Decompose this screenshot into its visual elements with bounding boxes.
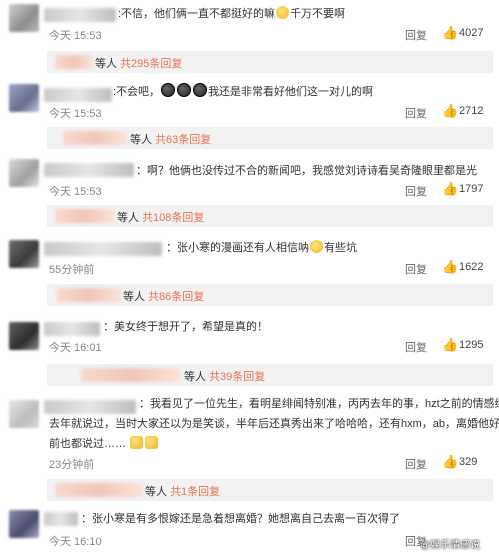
view-replies-link[interactable]: 等人 共295条回复 (95, 55, 182, 71)
comment-text: :不会吧， 我还是非常看好他们这一对儿的啊 (113, 82, 373, 103)
username-blurred[interactable] (44, 8, 116, 22)
replies-prefix: 等人 (184, 371, 206, 383)
replies-prefix: 等人 (130, 134, 152, 146)
comment-line-2: 去年就说过，当时大家还以为是笑谈，半年后还真秀出来了哈哈哈，还有hxm，ab，离… (49, 418, 499, 430)
pig-face-emoji-icon (177, 83, 192, 97)
thumbs-up-icon[interactable]: 👍 (442, 337, 458, 353)
view-replies-link[interactable]: 等人 共108条回复 (117, 209, 204, 225)
reply-users-blurred (81, 368, 181, 382)
comment-text: :不信，他们俩一直不都挺好的嘛 千万不要啊 (118, 4, 345, 25)
replies-prefix: 等人 (145, 486, 167, 498)
reply-users-blurred (63, 131, 127, 145)
like-count[interactable]: 4027 (459, 27, 483, 39)
view-replies-link[interactable]: 等人 共63条回复 (130, 131, 211, 147)
replies-count[interactable]: 共39条回复 (209, 371, 265, 383)
timestamp: 23分钟前 (49, 459, 95, 471)
reply-button[interactable]: 回复 (405, 261, 427, 277)
comment-line-3: 前也都说过…… (49, 434, 159, 455)
comment-text-part: :不信，他们俩一直不都挺好的嘛 (118, 8, 276, 20)
reply-button[interactable]: 回复 (405, 183, 427, 199)
replies-bar[interactable]: 等人 共86条回复 (47, 284, 493, 306)
replies-prefix: 等人 (117, 212, 139, 224)
reply-button[interactable]: 回复 (405, 456, 427, 472)
replies-bar[interactable]: 等人 共108条回复 (47, 205, 493, 227)
timestamp: 今天 16:01 (49, 342, 102, 354)
figure-emoji-icon (130, 436, 143, 449)
reply-button[interactable]: 回复 (405, 339, 427, 355)
reply-users-blurred (55, 209, 115, 223)
view-replies-link[interactable]: 等人 共1条回复 (145, 483, 220, 499)
comment-text-part: 千万不要啊 (290, 8, 346, 20)
username-blurred[interactable] (44, 242, 162, 256)
view-replies-link[interactable]: 等人 共86条回复 (123, 288, 204, 304)
replies-count[interactable]: 共63条回复 (155, 134, 211, 146)
comment-page: { "comments": [ { "text_a": ":不信，他们俩一直不都… (0, 0, 499, 554)
pig-face-emoji-icon (161, 83, 176, 97)
timestamp: 今天 16:10 (49, 536, 102, 548)
figure-emoji-icon (145, 436, 158, 449)
like-count[interactable]: 1622 (459, 261, 483, 273)
thumbs-up-icon[interactable]: 👍 (442, 181, 458, 197)
username-blurred[interactable] (44, 322, 100, 336)
replies-count[interactable]: 共108条回复 (142, 212, 204, 224)
thumbs-up-icon[interactable]: 👍 (442, 259, 458, 275)
like-count[interactable]: 1295 (459, 339, 483, 351)
sweat-face-emoji-icon (310, 240, 323, 253)
crying-face-emoji-icon (276, 6, 290, 19)
comment-text-part: 我还是非常看好他们这一对儿的啊 (208, 86, 374, 98)
replies-bar[interactable]: 等人 共63条回复 (47, 127, 493, 149)
replies-count[interactable]: 共295条回复 (120, 58, 182, 70)
reply-users-blurred (55, 55, 93, 69)
timestamp: 今天 15:53 (49, 30, 102, 42)
avatar[interactable] (9, 84, 39, 112)
comment-text: ：啊？他俩也没传过不合的新闻吧，我感觉刘诗诗看吴奇隆眼里都是光 (136, 161, 477, 182)
comment-text-part: ：啊？他俩也没传过不合的新闻吧，我感觉刘诗诗看吴奇隆眼里都是光 (136, 165, 477, 177)
comment-text-part: 前也都说过…… (49, 438, 126, 450)
like-count[interactable]: 329 (459, 456, 477, 468)
timestamp: 55分钟前 (49, 264, 95, 276)
thumbs-up-icon[interactable]: 👍 (442, 25, 458, 41)
avatar[interactable] (9, 400, 39, 428)
comment-line-1: ：我看见了一位先生，看明星绯闻特别准，丙丙去年的事，hzt之前的情感绯闻 (139, 398, 499, 410)
watermark: @娱乐情感说 (420, 540, 481, 551)
avatar[interactable] (9, 322, 39, 350)
replies-count[interactable]: 共1条回复 (170, 486, 220, 498)
comment-text: ：张小寒是有多恨嫁还是急着想离婚？她想离自己去离一百次得了 (81, 509, 400, 530)
avatar[interactable] (9, 510, 39, 538)
reply-users-blurred (55, 483, 143, 497)
comment-text-part: ：张小寒的漫画还有人相信呐 (166, 242, 309, 254)
comment-text-part: ：张小寒是有多恨嫁还是急着想离婚？她想离自己去离一百次得了 (81, 513, 400, 525)
username-blurred[interactable] (44, 163, 134, 177)
username-blurred[interactable] (44, 512, 78, 526)
replies-bar[interactable]: 等人 共1条回复 (47, 479, 493, 501)
replies-count[interactable]: 共86条回复 (148, 291, 204, 303)
timestamp: 今天 15:53 (49, 108, 102, 120)
like-count[interactable]: 2712 (459, 105, 483, 117)
comment-text: ：美女终于想开了，希望是真的！ (103, 317, 268, 338)
avatar[interactable] (9, 4, 39, 32)
timestamp: 今天 15:53 (49, 186, 102, 198)
thumbs-up-icon[interactable]: 👍 (442, 103, 458, 119)
username-blurred[interactable] (44, 400, 136, 414)
avatar[interactable] (9, 240, 39, 268)
reply-button[interactable]: 回复 (405, 105, 427, 121)
avatar[interactable] (9, 159, 39, 187)
replies-prefix: 等人 (95, 58, 117, 70)
replies-bar[interactable]: 等人 共39条回复 (47, 364, 493, 386)
replies-bar[interactable]: 等人 共295条回复 (47, 51, 493, 73)
like-count[interactable]: 1797 (459, 183, 483, 195)
pig-face-emoji-icon (193, 83, 208, 97)
username-blurred[interactable] (44, 88, 112, 102)
comment-text: ：张小寒的漫画还有人相信呐 有些坑 (166, 238, 357, 259)
reply-users-blurred (57, 288, 121, 302)
reply-button[interactable]: 回复 (405, 27, 427, 43)
replies-prefix: 等人 (123, 291, 145, 303)
comment-text-part: 有些坑 (324, 242, 357, 254)
thumbs-up-icon[interactable]: 👍 (442, 454, 458, 470)
comment-text-part: ：美女终于想开了，希望是真的！ (103, 321, 268, 333)
comment-text-part: :不会吧， (113, 86, 161, 98)
view-replies-link[interactable]: 等人 共39条回复 (184, 368, 265, 384)
